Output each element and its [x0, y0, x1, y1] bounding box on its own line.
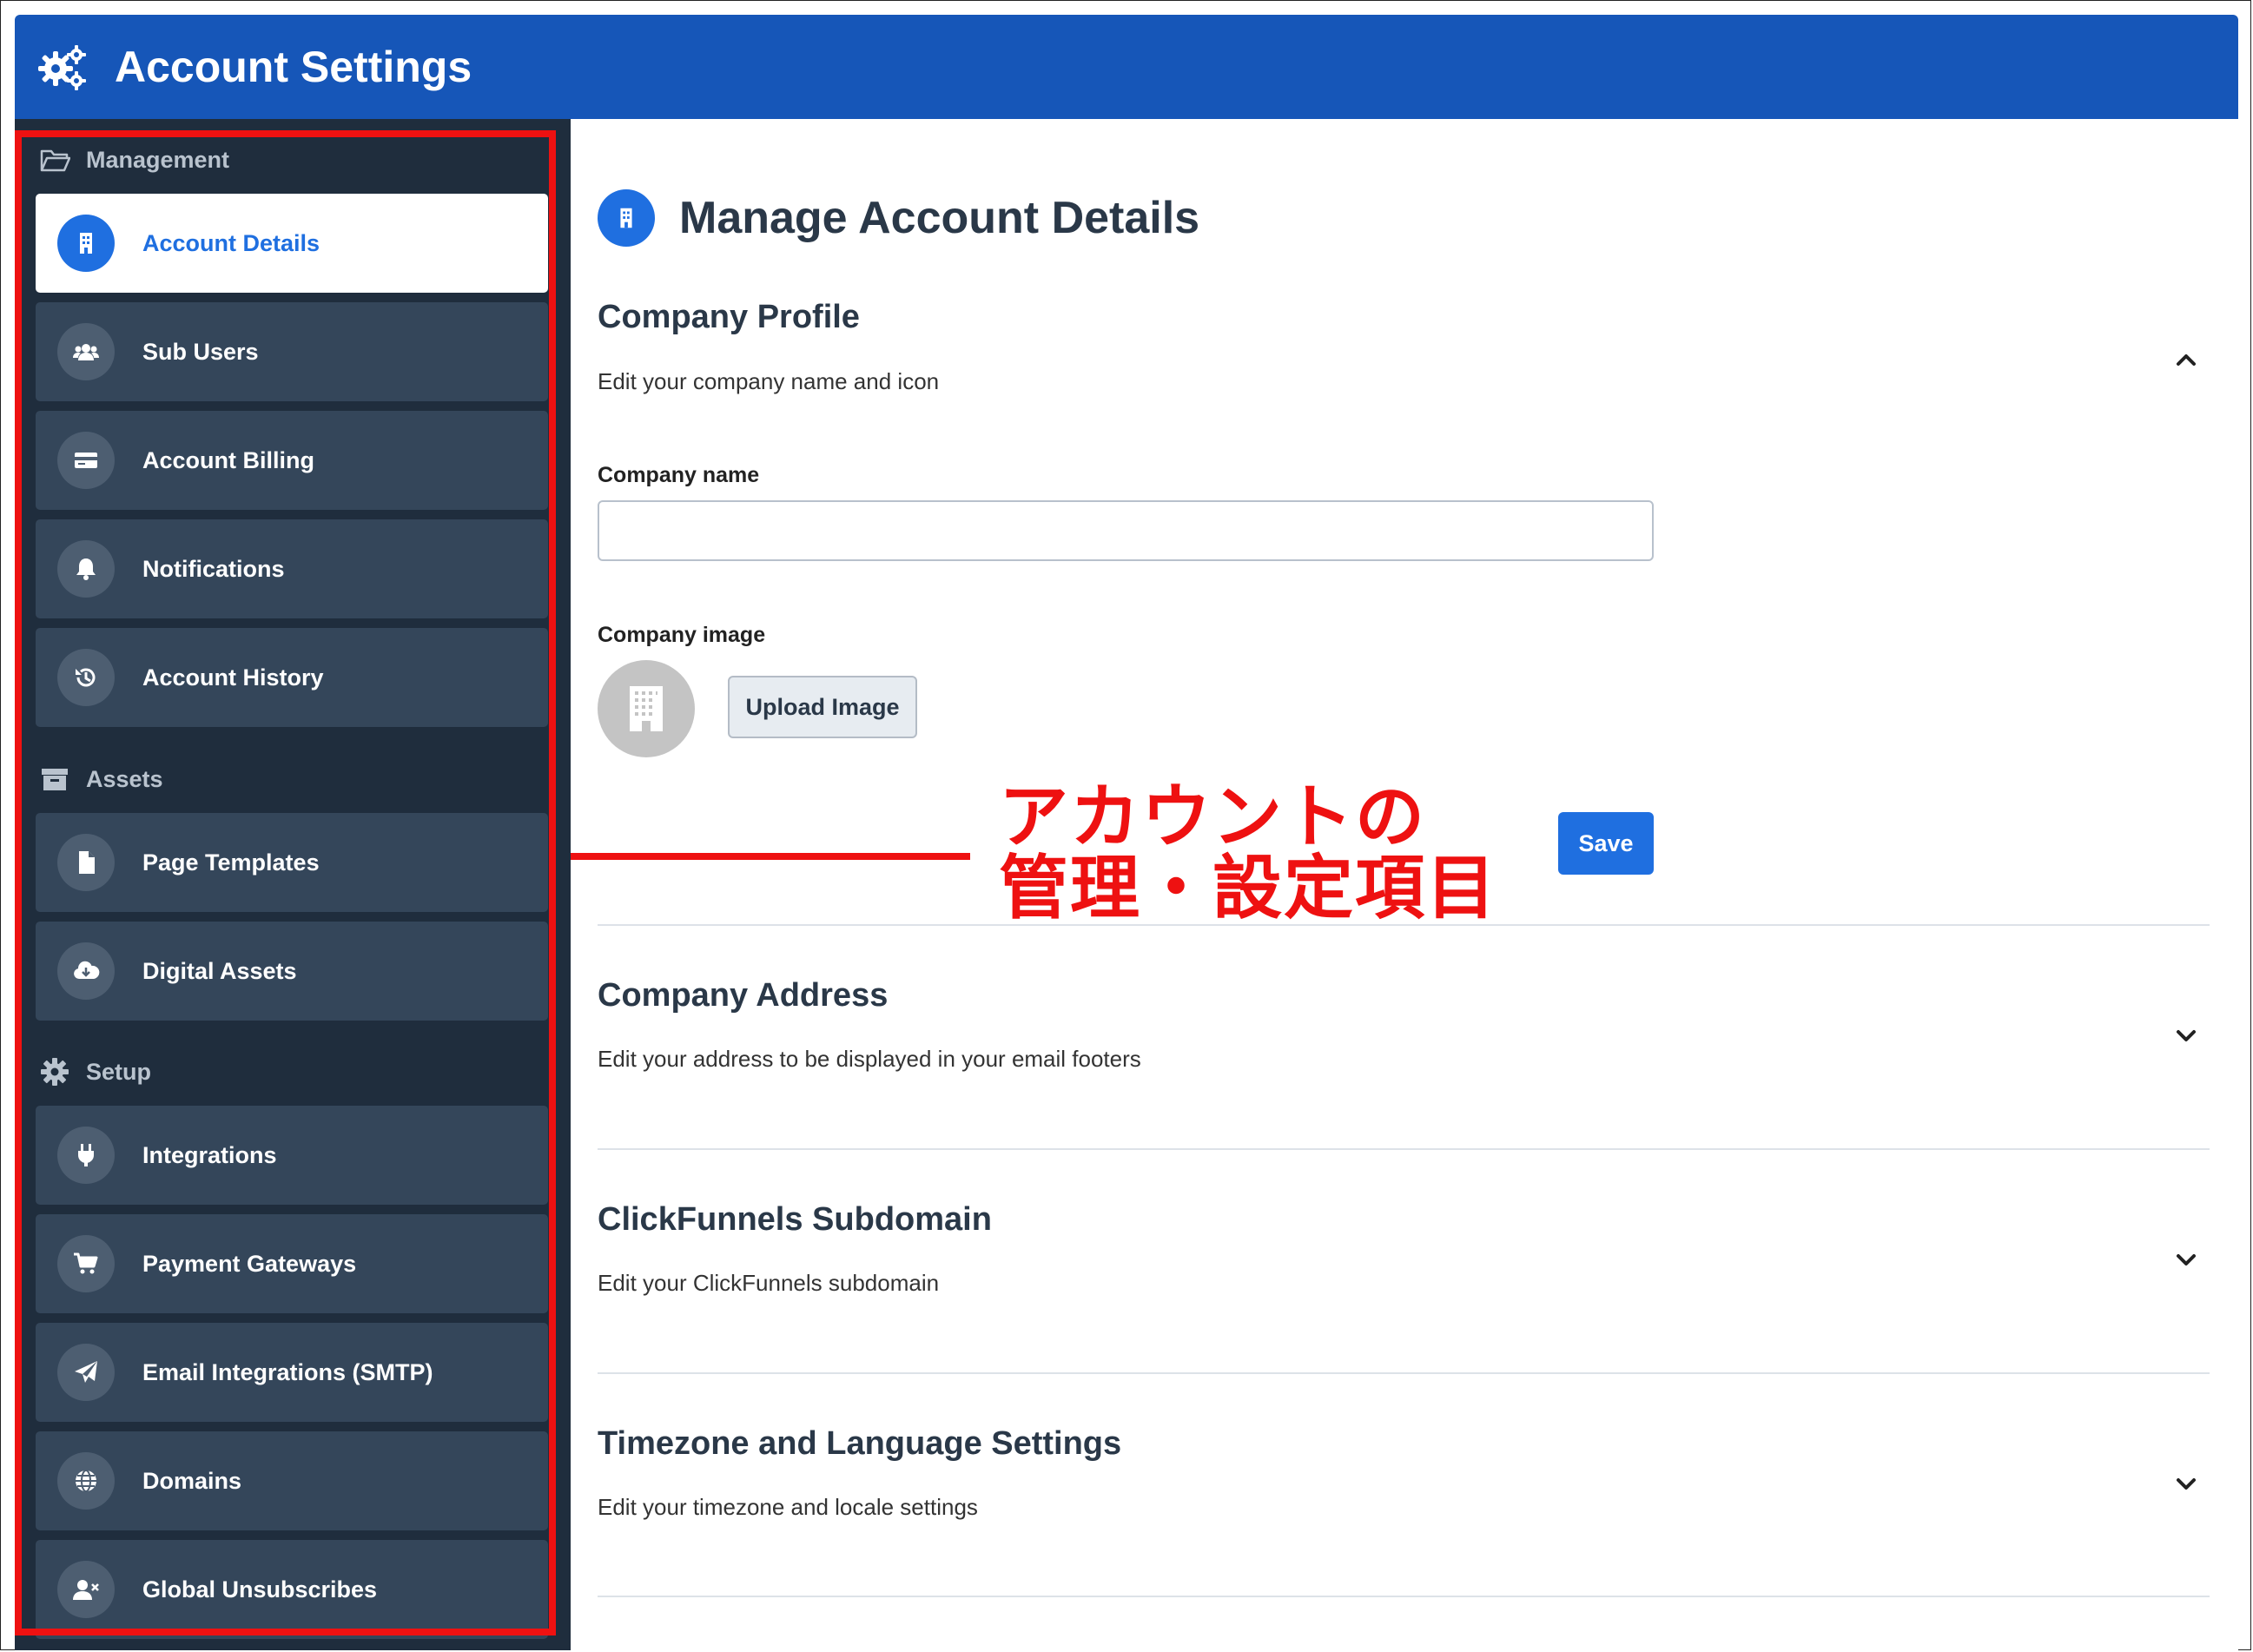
sidebar-section-label: Management	[86, 146, 230, 173]
file-icon	[79, 851, 95, 874]
section-divider	[598, 1148, 2210, 1150]
sidebar-item-account-details[interactable]: Account Details	[36, 194, 548, 293]
sidebar-item-sub-users[interactable]: Sub Users	[36, 302, 548, 401]
company-image-avatar	[598, 660, 695, 757]
sidebar-item-label: Account Billing	[142, 447, 314, 473]
gears-icon	[38, 45, 86, 90]
nav-icon-circle	[57, 1235, 115, 1292]
sidebar-item-global-unsubscribes[interactable]: Global Unsubscribes	[36, 1540, 548, 1639]
building-icon	[620, 208, 632, 228]
sidebar-item-notifications[interactable]: Notifications	[36, 519, 548, 618]
sidebar-item-label: Payment Gateways	[142, 1251, 357, 1277]
nav-icon-circle	[57, 834, 115, 891]
sidebar: Management Account Details Sub Users Acc…	[15, 119, 571, 1650]
nav-icon-circle	[57, 1452, 115, 1510]
sidebar-item-label: Account History	[142, 664, 324, 691]
page-title: Manage Account Details	[679, 193, 1200, 243]
upload-image-button[interactable]: Upload Image	[728, 676, 917, 738]
cloud-download-icon	[74, 961, 100, 979]
sidebar-section-setup: Setup	[39, 1050, 151, 1094]
section-title-company-address[interactable]: Company Address	[598, 977, 888, 1014]
sidebar-item-label: Domains	[142, 1468, 242, 1494]
archive-icon	[42, 769, 68, 790]
nav-icon-circle	[57, 1561, 115, 1618]
company-image-label: Company image	[598, 623, 766, 647]
sidebar-section-label: Setup	[86, 1058, 152, 1085]
folder-open-icon	[40, 149, 70, 172]
sidebar-item-label: Digital Assets	[142, 958, 297, 984]
chevron-up-icon[interactable]	[2171, 345, 2201, 374]
paper-plane-icon	[75, 1361, 97, 1383]
section-desc: Edit your ClickFunnels subdomain	[598, 1270, 940, 1296]
app-header: Account Settings	[15, 15, 2238, 119]
sidebar-item-email-integrations[interactable]: Email Integrations (SMTP)	[36, 1323, 548, 1422]
nav-icon-circle	[57, 1344, 115, 1401]
bell-icon	[76, 558, 96, 580]
building-icon	[80, 233, 92, 254]
company-name-label: Company name	[598, 463, 760, 487]
gear-icon	[41, 1058, 69, 1086]
nav-icon-circle	[57, 1127, 115, 1184]
chevron-down-icon[interactable]	[2171, 1246, 2201, 1275]
sidebar-item-page-templates[interactable]: Page Templates	[36, 813, 548, 912]
globe-icon	[76, 1470, 96, 1492]
annotation-text: アカウントの 管理・設定項目	[999, 782, 1497, 924]
section-desc: Edit your company name and icon	[598, 368, 940, 394]
save-button[interactable]: Save	[1558, 812, 1654, 875]
sidebar-item-account-history[interactable]: Account History	[36, 628, 548, 727]
sidebar-section-label: Assets	[86, 765, 163, 792]
sidebar-item-label: Account Details	[142, 230, 320, 256]
sidebar-item-payment-gateways[interactable]: Payment Gateways	[36, 1214, 548, 1313]
nav-icon-circle	[57, 432, 115, 489]
sidebar-item-label: Global Unsubscribes	[142, 1576, 378, 1602]
section-title-company-profile[interactable]: Company Profile	[598, 299, 860, 336]
cart-icon	[74, 1252, 98, 1274]
page-header-title: Account Settings	[115, 43, 472, 91]
nav-icon-circle	[57, 215, 115, 272]
company-name-input[interactable]	[598, 500, 1654, 561]
sidebar-item-digital-assets[interactable]: Digital Assets	[36, 922, 548, 1021]
history-icon	[76, 668, 96, 687]
chevron-down-icon[interactable]	[2171, 1021, 2201, 1051]
sidebar-item-label: Email Integrations (SMTP)	[142, 1359, 433, 1385]
nav-icon-circle	[57, 540, 115, 598]
sidebar-item-domains[interactable]: Domains	[36, 1431, 548, 1530]
section-desc: Edit your timezone and locale settings	[598, 1494, 978, 1520]
sidebar-item-integrations[interactable]: Integrations	[36, 1106, 548, 1205]
sidebar-item-label: Integrations	[142, 1142, 277, 1168]
section-title-timezone-language[interactable]: Timezone and Language Settings	[598, 1425, 1121, 1463]
annotation-pointer-line	[571, 853, 970, 860]
sidebar-section-management: Management	[39, 138, 229, 182]
sidebar-item-label: Page Templates	[142, 849, 320, 876]
annotation-line-2: 管理・設定項目	[999, 849, 1497, 927]
sidebar-item-label: Notifications	[142, 556, 285, 582]
nav-icon-circle	[57, 649, 115, 706]
sidebar-item-account-billing[interactable]: Account Billing	[36, 411, 548, 510]
section-divider	[598, 1596, 2210, 1597]
users-icon	[73, 344, 99, 360]
sidebar-section-assets: Assets	[39, 757, 163, 801]
chevron-down-icon[interactable]	[2171, 1470, 2201, 1499]
building-icon	[630, 686, 663, 731]
section-desc: Edit your address to be displayed in you…	[598, 1046, 1141, 1072]
section-title-clickfunnels-subdomain[interactable]: ClickFunnels Subdomain	[598, 1201, 992, 1239]
sidebar-item-label: Sub Users	[142, 339, 259, 365]
plug-icon	[77, 1144, 95, 1166]
page-title-icon-circle	[598, 189, 655, 247]
user-times-icon	[73, 1580, 99, 1600]
nav-icon-circle	[57, 942, 115, 1000]
nav-icon-circle	[57, 323, 115, 380]
credit-card-icon	[75, 453, 97, 468]
annotation-line-1: アカウントの	[999, 778, 1426, 856]
section-divider	[598, 1372, 2210, 1374]
